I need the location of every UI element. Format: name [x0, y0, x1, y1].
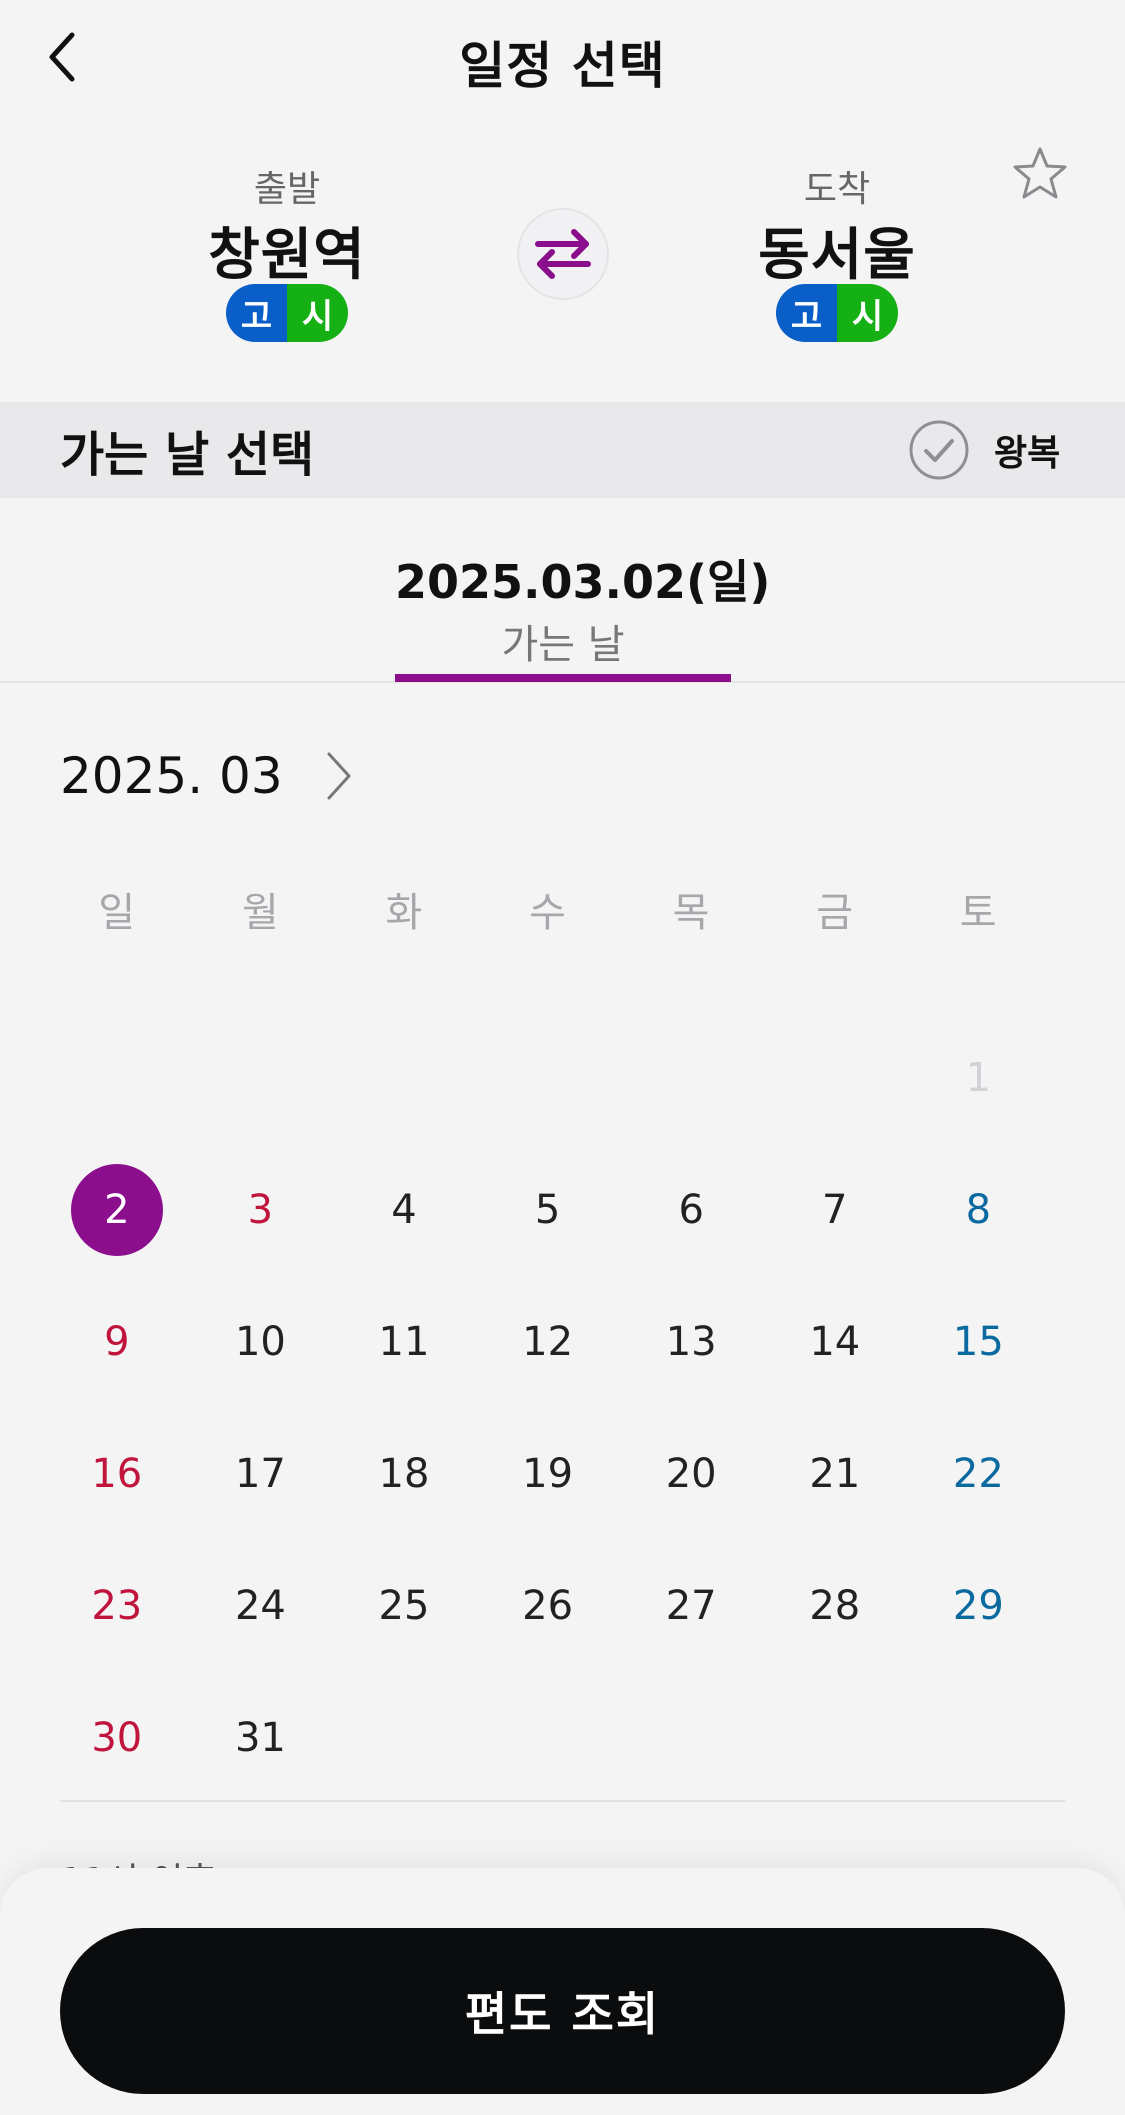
tab-indicator [395, 674, 731, 682]
departure-station[interactable]: 출발 창원역 고 시 [157, 160, 417, 342]
badge-express: 고 [776, 284, 837, 342]
calendar-day: 1 [892, 1012, 1066, 1144]
star-icon [1013, 147, 1067, 199]
arrival-label: 도착 [803, 169, 871, 210]
favorite-button[interactable] [1010, 144, 1070, 204]
day-number: 22 [952, 1451, 1004, 1497]
weekday-header: 일월화수목금토 [60, 880, 1065, 938]
day-number: 12 [522, 1319, 574, 1365]
page-title: 일정 선택 [459, 37, 666, 95]
day-number: 7 [822, 1187, 848, 1233]
day-number: 3 [247, 1187, 274, 1233]
route-summary: 출발 창원역 고 시 도착 동서울 고 시 [0, 147, 1125, 390]
day-number: 10 [234, 1319, 286, 1365]
calendar-day[interactable]: 22 [892, 1408, 1066, 1540]
day-number: 17 [234, 1451, 286, 1497]
divider [60, 1800, 1065, 1802]
check-circle-icon [909, 420, 969, 480]
arrival-type-badge: 고 시 [776, 284, 898, 342]
tab-departure-date[interactable]: 2025.03.02(일) 가는 날 [395, 546, 771, 682]
month-label: 2025. 03 [60, 747, 283, 805]
bottom-action-bar: 편도 조회 [0, 1868, 1125, 2115]
date-tab-label: 가는 날 [501, 622, 625, 668]
roundtrip-label: 왕복 [994, 433, 1061, 474]
search-schedule-button[interactable]: 편도 조회 [60, 1928, 1065, 2094]
day-number: 30 [91, 1715, 143, 1761]
day-number: 28 [809, 1583, 861, 1629]
departure-type-badge: 고 시 [226, 284, 348, 342]
month-header: 2025. 03 [60, 746, 363, 806]
day-number: 1 [965, 1055, 992, 1101]
day-number: 31 [234, 1715, 286, 1761]
badge-express: 고 [226, 284, 287, 342]
day-number: 18 [378, 1451, 430, 1497]
calendar-day[interactable]: 8 [892, 1144, 1066, 1276]
day-number: 20 [665, 1451, 717, 1497]
day-number: 6 [678, 1187, 704, 1233]
day-number: 23 [91, 1583, 143, 1629]
day-number: 9 [104, 1319, 130, 1365]
departure-label: 출발 [253, 169, 321, 210]
swap-stations-button[interactable] [517, 208, 609, 300]
arrival-name: 동서울 [758, 223, 916, 288]
day-number: 11 [378, 1319, 430, 1365]
day-number: 21 [809, 1451, 861, 1497]
day-number: 27 [665, 1583, 717, 1629]
day-number: 5 [534, 1187, 561, 1233]
day-number: 25 [378, 1583, 430, 1629]
calendar-day[interactable]: 29 [892, 1540, 1066, 1672]
day-number: 4 [391, 1187, 417, 1233]
next-month-button[interactable] [323, 746, 363, 806]
swap-arrows-icon [535, 229, 591, 279]
calendar-day[interactable]: 15 [892, 1276, 1066, 1408]
section-title: 가는 날 선택 [60, 427, 315, 483]
day-number: 19 [522, 1451, 574, 1497]
day-number: 13 [665, 1319, 717, 1365]
chevron-right-icon [327, 752, 351, 800]
arrival-station[interactable]: 도착 동서울 고 시 [707, 160, 967, 342]
section-header: 가는 날 선택 왕복 [0, 402, 1125, 498]
badge-intercity: 시 [287, 284, 348, 342]
day-number: 16 [91, 1451, 143, 1497]
day-number: 2 [104, 1187, 130, 1233]
calendar-day[interactable]: 31 [174, 1672, 348, 1804]
selected-date: 2025.03.02(일) [395, 555, 771, 609]
day-number: 26 [522, 1583, 574, 1629]
departure-name: 창원역 [208, 223, 366, 288]
weekday-label: 토 [959, 890, 997, 936]
day-number: 8 [965, 1187, 992, 1233]
badge-intercity: 시 [837, 284, 898, 342]
day-number: 15 [952, 1319, 1004, 1365]
header: 일정 선택 [0, 0, 1125, 120]
calendar-grid: 1 2 3 4 5 6 7 8 9 10 11 12 13 14 15 16 17 18 19 20 21 22 23 24 2… [60, 1012, 1065, 1804]
schedule-select-screen: 일정 선택 출발 창원역 고 시 도착 동서울 고 시 가는 날 선택 왕복 2… [0, 0, 1125, 2115]
roundtrip-toggle[interactable]: 왕복 [908, 418, 1060, 482]
day-number: 14 [809, 1319, 861, 1365]
day-number: 24 [234, 1583, 286, 1629]
date-tab-bar: 2025.03.02(일) 가는 날 [0, 498, 1125, 683]
day-number: 29 [952, 1583, 1004, 1629]
